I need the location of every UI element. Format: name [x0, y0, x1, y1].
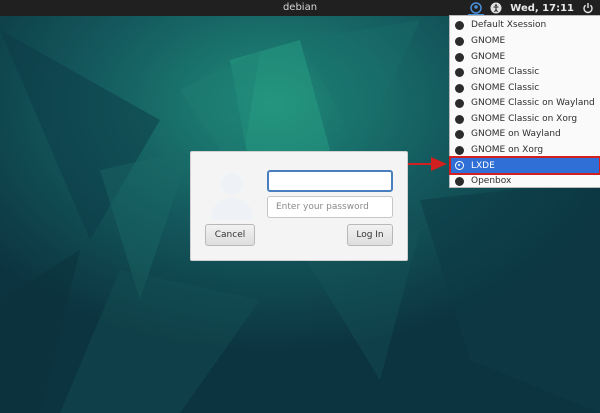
session-item-gnome-classic-xorg[interactable]: GNOME Classic on Xorg: [450, 111, 600, 127]
session-item-label: GNOME on Wayland: [471, 129, 561, 139]
session-menu: Default Xsession GNOME GNOME GNOME Class…: [449, 15, 600, 188]
session-item-label: GNOME Classic on Xorg: [471, 114, 578, 124]
radio-icon: [455, 20, 464, 30]
session-item-openbox[interactable]: Openbox: [450, 173, 600, 189]
session-item-gnome-2[interactable]: GNOME: [450, 49, 600, 65]
cancel-button[interactable]: Cancel: [205, 224, 255, 246]
session-item-gnome-classic[interactable]: GNOME Classic: [450, 64, 600, 80]
password-input[interactable]: [267, 196, 393, 218]
session-item-label: GNOME: [471, 36, 506, 46]
user-avatar-icon: [211, 173, 253, 220]
system-tray: Wed, 17:11: [468, 0, 594, 16]
session-item-gnome-xorg[interactable]: GNOME on Xorg: [450, 142, 600, 158]
session-item-gnome[interactable]: GNOME: [450, 33, 600, 49]
session-icon[interactable]: [468, 2, 485, 16]
session-item-gnome-wayland[interactable]: GNOME on Wayland: [450, 126, 600, 142]
radio-icon: [455, 98, 464, 108]
session-item-label: Default Xsession: [471, 20, 547, 30]
radio-selected-icon: [455, 161, 464, 170]
top-bar: debian Wed, 17:11: [0, 0, 600, 16]
radio-icon: [455, 83, 464, 93]
accessibility-icon[interactable]: [490, 2, 502, 14]
login-dialog: Cancel Log In: [190, 151, 408, 261]
session-item-label: GNOME: [471, 52, 506, 62]
session-item-lxde[interactable]: LXDE: [449, 156, 600, 175]
radio-icon: [455, 52, 464, 62]
radio-icon: [455, 145, 464, 155]
session-item-gnome-classic-wayland[interactable]: GNOME Classic on Wayland: [450, 95, 600, 111]
radio-icon: [455, 176, 464, 186]
username-input[interactable]: [267, 170, 393, 192]
radio-icon: [455, 67, 464, 77]
radio-icon: [455, 114, 464, 124]
session-item-label: LXDE: [471, 160, 495, 171]
log-in-button[interactable]: Log In: [347, 224, 393, 246]
session-item-label: GNOME on Xorg: [471, 145, 544, 155]
radio-icon: [455, 129, 464, 139]
session-item-label: Openbox: [471, 176, 512, 186]
session-item-gnome-classic-2[interactable]: GNOME Classic: [450, 80, 600, 96]
session-item-default-xsession[interactable]: Default Xsession: [450, 17, 600, 33]
power-icon[interactable]: [582, 2, 594, 14]
radio-icon: [455, 36, 464, 46]
session-item-label: GNOME Classic: [471, 67, 540, 77]
session-item-label: GNOME Classic on Wayland: [471, 98, 595, 108]
clock[interactable]: Wed, 17:11: [510, 3, 574, 14]
session-item-label: GNOME Classic: [471, 83, 540, 93]
